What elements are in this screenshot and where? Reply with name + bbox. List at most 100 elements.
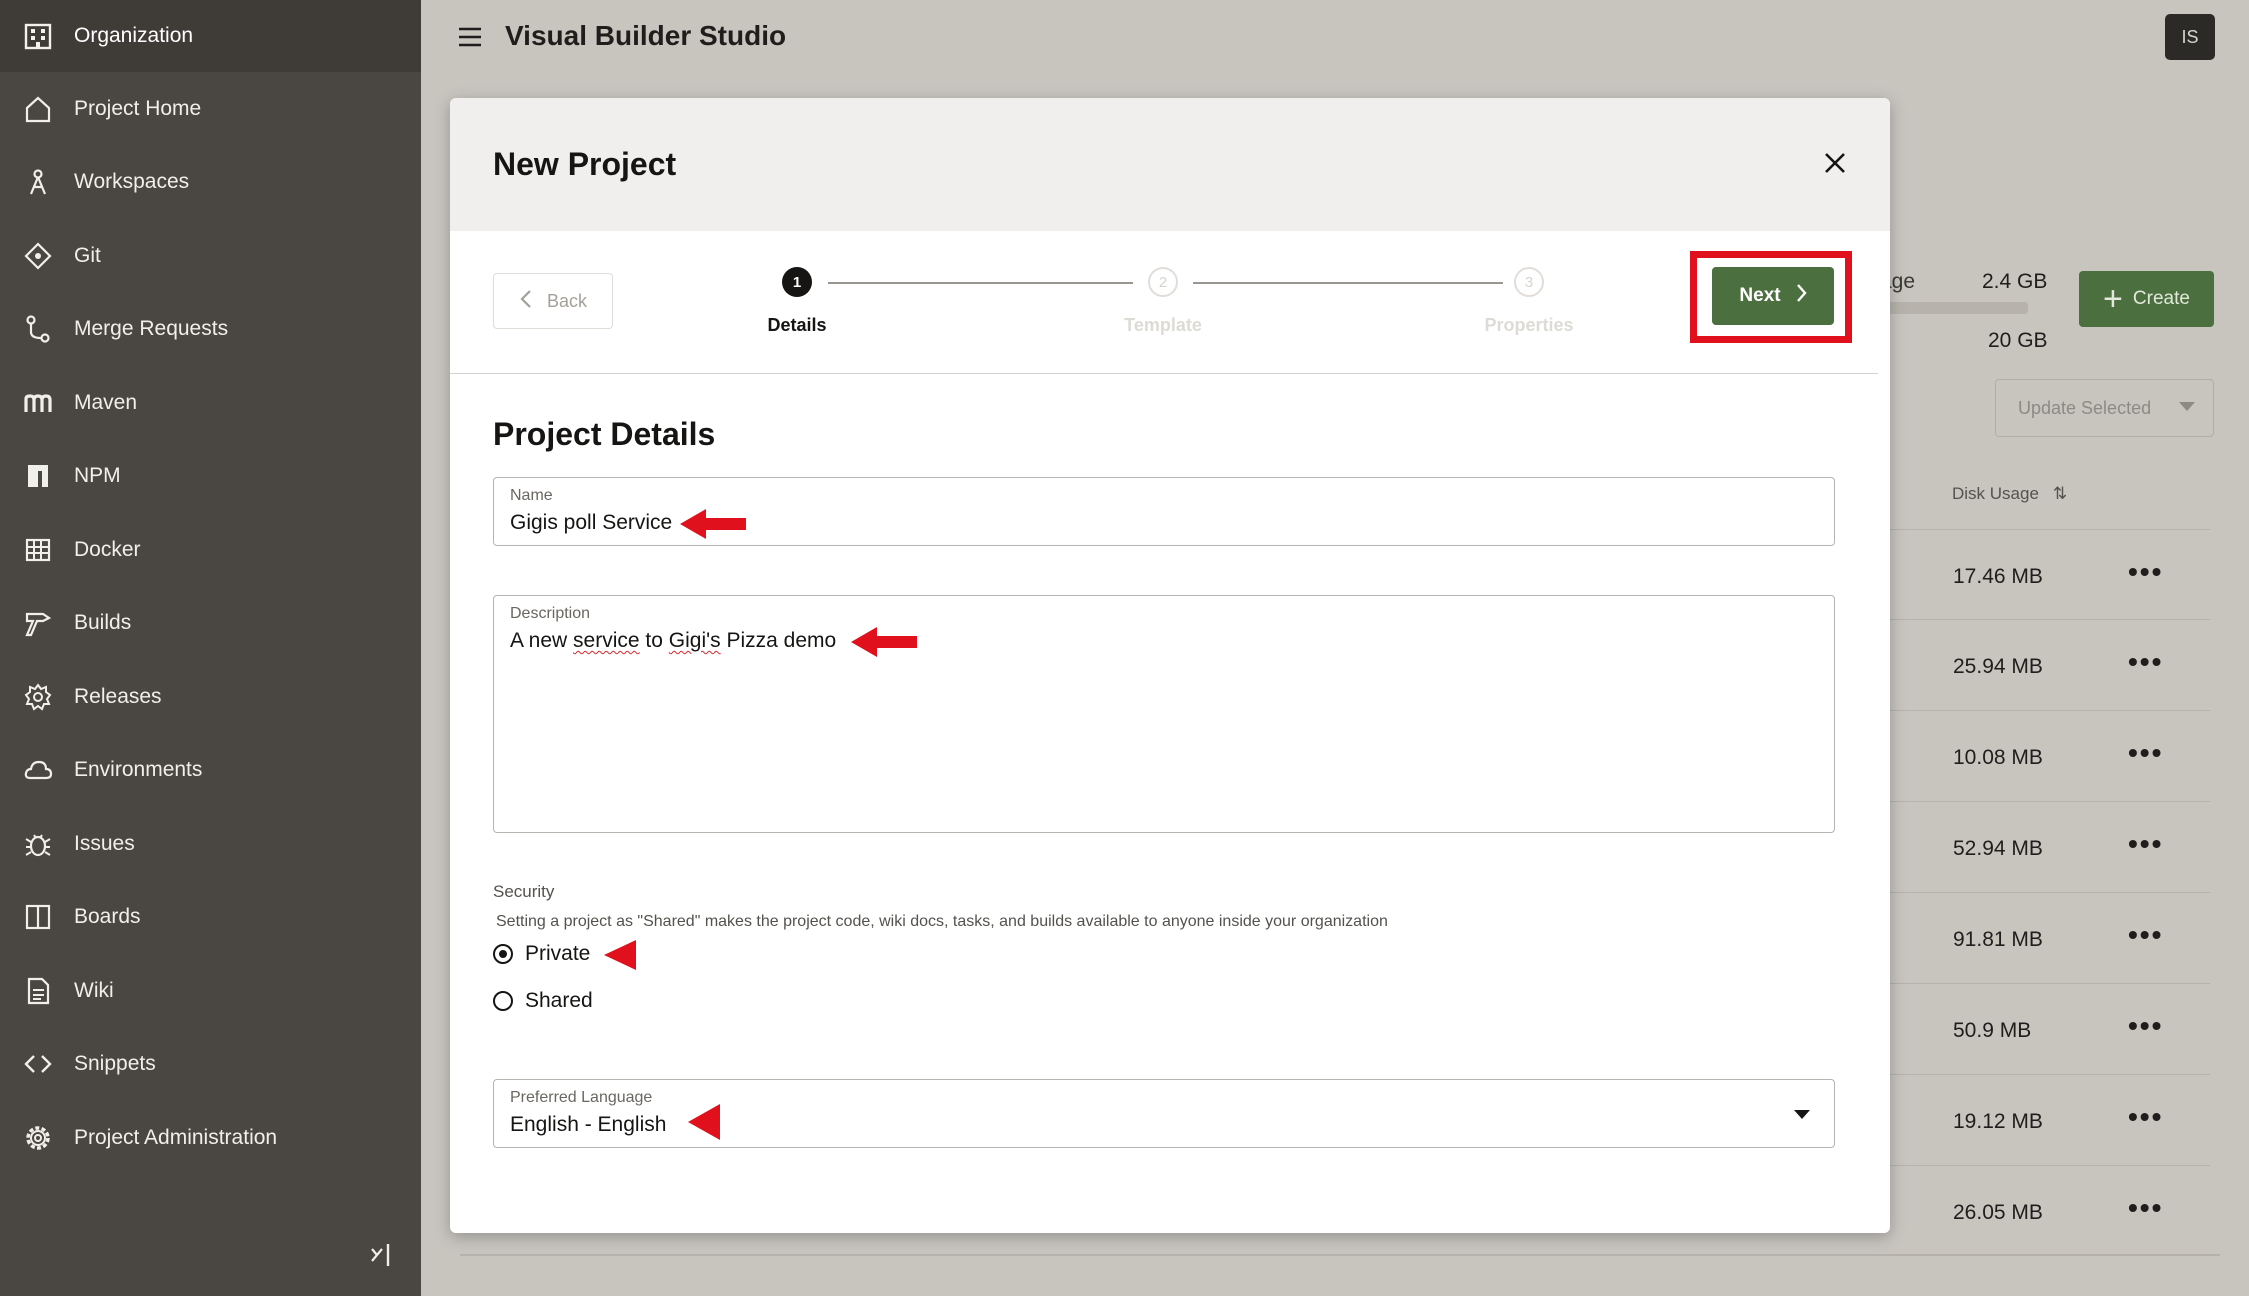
sidebar-item-project-administration[interactable]: Project Administration <box>0 1101 421 1175</box>
disk-usage-value: 19.12 MB <box>1953 1110 2043 1133</box>
building-icon <box>18 16 58 56</box>
step-template: 2 Template <box>1063 267 1263 336</box>
sort-icon: ⇅ <box>2052 484 2068 503</box>
step-train: Back 1 Details 2 Template 3 Properties N… <box>450 231 1878 374</box>
sidebar-item-issues[interactable]: Issues <box>0 807 421 881</box>
divider <box>460 1254 2220 1256</box>
sidebar-item-docker[interactable]: Docker <box>0 513 421 587</box>
sidebar-item-npm[interactable]: NPM <box>0 440 421 514</box>
name-field-label: Name <box>510 487 553 504</box>
update-selected-label: Update Selected <box>2018 397 2152 418</box>
collapse-sidebar-icon[interactable] <box>368 1240 398 1270</box>
disk-usage-column-header[interactable]: Disk Usage ⇅ <box>1952 484 2067 504</box>
hamburger-menu-icon[interactable] <box>457 26 483 48</box>
sidebar-item-merge-requests[interactable]: Merge Requests <box>0 293 421 367</box>
table-row: 10.08 MB ••• <box>1880 710 2210 801</box>
annotation-arrow-icon <box>851 627 917 657</box>
radio-checked-icon <box>493 944 513 964</box>
sidebar-item-label: Workspaces <box>74 170 190 194</box>
storage-usage-bar <box>1888 302 2028 314</box>
sidebar-item-maven[interactable]: Maven <box>0 366 421 440</box>
table-row: 19.12 MB ••• <box>1880 1074 2210 1165</box>
disk-usage-value: 52.94 MB <box>1953 837 2043 860</box>
sidebar-item-label: Docker <box>74 537 141 561</box>
npm-icon <box>18 456 58 496</box>
more-actions-icon[interactable]: ••• <box>2128 828 2163 860</box>
spellcheck-word: Gigi's <box>668 629 721 652</box>
description-field[interactable]: Description A new service to Gigi's Pizz… <box>493 595 1835 833</box>
builds-icon <box>18 603 58 643</box>
sidebar-item-label: Project Home <box>74 96 202 120</box>
radio-private[interactable]: Private <box>493 942 590 966</box>
radio-label: Private <box>525 942 591 965</box>
step-label: Details <box>767 315 827 335</box>
step-details[interactable]: 1 Details <box>697 267 897 336</box>
back-button[interactable]: Back <box>493 273 613 329</box>
merge-icon <box>18 309 58 349</box>
more-actions-icon[interactable]: ••• <box>2128 919 2163 951</box>
step-number: 3 <box>1514 267 1544 297</box>
chevron-right-icon <box>1795 283 1807 309</box>
chevron-down-icon <box>1794 1110 1810 1119</box>
table-row: 91.81 MB ••• <box>1880 892 2210 983</box>
workspaces-icon <box>18 162 58 202</box>
radio-shared[interactable]: Shared <box>493 989 593 1013</box>
sidebar-item-workspaces[interactable]: Workspaces <box>0 146 421 220</box>
bug-icon <box>18 824 58 864</box>
sidebar-item-environments[interactable]: Environments <box>0 734 421 808</box>
more-actions-icon[interactable]: ••• <box>2128 1010 2163 1042</box>
more-actions-icon[interactable]: ••• <box>2128 556 2163 588</box>
next-button[interactable]: Next <box>1712 267 1834 325</box>
sidebar-item-builds[interactable]: Builds <box>0 587 421 661</box>
organization-label: Organization <box>74 24 194 47</box>
disk-usage-value: 17.46 MB <box>1953 565 2043 588</box>
sidebar-item-git[interactable]: Git <box>0 219 421 293</box>
sidebar-item-label: Builds <box>74 611 132 635</box>
description-text: A new <box>510 629 574 652</box>
wiki-icon <box>18 971 58 1011</box>
disk-usage-value: 10.08 MB <box>1953 746 2043 769</box>
update-selected-button[interactable]: Update Selected <box>1995 379 2214 437</box>
create-button[interactable]: + Create <box>2079 271 2214 327</box>
more-actions-icon[interactable]: ••• <box>2128 1192 2163 1224</box>
sidebar-item-label: Environments <box>74 758 203 782</box>
chevron-down-icon <box>2179 402 2195 411</box>
disk-usage-value: 91.81 MB <box>1953 928 2043 951</box>
security-label: Security <box>493 882 555 901</box>
table-row: 52.94 MB ••• <box>1880 801 2210 892</box>
docker-icon <box>18 530 58 570</box>
security-help-text: Setting a project as "Shared" makes the … <box>496 913 1388 930</box>
sidebar-item-boards[interactable]: Boards <box>0 881 421 955</box>
disk-usage-value: 50.9 MB <box>1953 1019 2032 1042</box>
git-icon <box>18 236 58 276</box>
app-header: Visual Builder Studio IS <box>421 0 2249 78</box>
chevron-left-icon <box>519 289 533 314</box>
step-properties: 3 Properties <box>1429 267 1629 336</box>
sidebar-item-snippets[interactable]: Snippets <box>0 1028 421 1102</box>
sidebar-item-label: Project Administration <box>74 1125 278 1149</box>
sidebar-item-project-home[interactable]: Project Home <box>0 72 421 146</box>
disk-usage-header-label: Disk Usage <box>1952 484 2039 503</box>
sidebar-item-wiki[interactable]: Wiki <box>0 954 421 1028</box>
language-field-value: English - English <box>510 1113 667 1136</box>
table-row: 50.9 MB ••• <box>1880 983 2210 1074</box>
more-actions-icon[interactable]: ••• <box>2128 737 2163 769</box>
close-icon[interactable] <box>1822 150 1848 176</box>
more-actions-icon[interactable]: ••• <box>2128 1101 2163 1133</box>
new-project-dialog: New Project Back 1 Details 2 Template 3 … <box>450 98 1890 1233</box>
disk-usage-value: 26.05 MB <box>1953 1201 2043 1224</box>
cloud-icon <box>18 750 58 790</box>
disk-usage-value: 25.94 MB <box>1953 655 2043 678</box>
description-field-value: A new service to Gigi's Pizza demo <box>510 629 836 653</box>
sidebar-item-releases[interactable]: Releases <box>0 660 421 734</box>
more-actions-icon[interactable]: ••• <box>2128 646 2163 678</box>
description-text: Pizza demo <box>720 629 837 652</box>
code-icon <box>18 1044 58 1084</box>
description-field-label: Description <box>510 605 591 622</box>
radio-label: Shared <box>525 989 593 1012</box>
table-row: 26.05 MB ••• <box>1880 1165 2210 1256</box>
maven-icon <box>18 383 58 423</box>
user-avatar[interactable]: IS <box>2165 14 2215 60</box>
organization-link[interactable]: Organization <box>0 0 421 72</box>
annotation-arrow-icon <box>604 940 636 970</box>
